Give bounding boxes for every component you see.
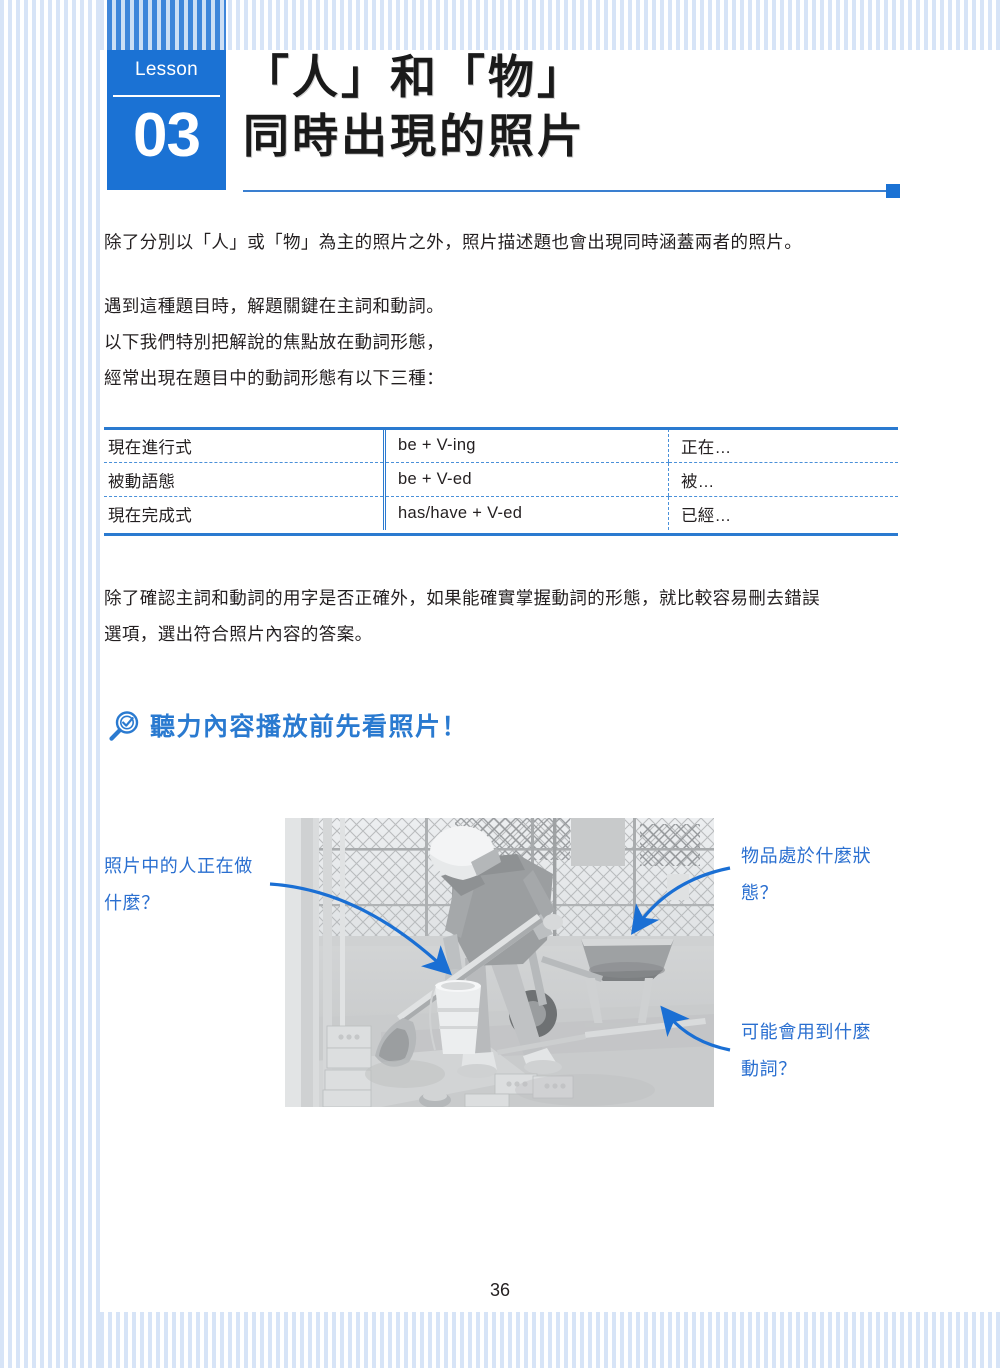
magnifier-check-icon	[104, 707, 144, 747]
lesson-number: 03	[133, 101, 201, 170]
lesson-label: Lesson	[134, 59, 199, 80]
grammar-form-cell: be + V-ing	[383, 429, 669, 463]
title-underline-rule	[243, 190, 886, 192]
lesson-badge-divider	[113, 95, 220, 97]
grammar-form-cell: has/have + V-ed	[383, 496, 669, 530]
callout-heading: 聽力內容播放前先看照片！	[104, 707, 468, 747]
lesson-photo-image	[285, 818, 714, 1107]
intro-paragraph: 除了分別以「人」或「物」為主的照片之外，照片描述題也會出現同時涵蓋兩者的照片。	[104, 224, 904, 260]
grammar-table-top-rule	[104, 427, 898, 430]
annotation-left-line-2: 什麼？	[104, 893, 160, 913]
annotation-bottom-right-line-1: 可能會用到什麼	[741, 1022, 872, 1042]
intro-paragraph-line-1: 除了分別以「人」或「物」為主的照片之外，照片描述題也會出現同時涵蓋兩者的照片。	[104, 232, 803, 252]
annotation-bottom-right: 可能會用到什麼 動詞？	[741, 1014, 941, 1088]
callout-heading-text: 聽力內容播放前先看照片！	[150, 713, 469, 741]
left-stripe-decoration	[0, 0, 100, 1368]
grammar-meaning-cell: 正在…	[668, 429, 898, 463]
annotation-top-right-line-2: 態？	[741, 883, 779, 903]
table-row: 被動語態 be + V-ed 被…	[104, 462, 898, 497]
grammar-name-cell: 現在進行式	[104, 429, 385, 463]
grammar-meaning-cell: 已經…	[668, 496, 898, 530]
method-paragraph-line-2: 以下我們特別把解說的焦點放在動詞形態，	[104, 332, 445, 352]
method-paragraph-line-1: 遇到這種題目時，解題關鍵在主詞和動詞。	[104, 296, 445, 316]
annotation-left-line-1: 照片中的人正在做	[104, 856, 253, 876]
page-number: 36	[489, 1280, 511, 1300]
title-rule-end-square	[886, 184, 900, 198]
annotation-bottom-right-line-2: 動詞？	[741, 1059, 797, 1079]
top-stripe-decoration	[100, 0, 1000, 50]
annotation-top-right: 物品處於什麼狀 態？	[741, 838, 941, 912]
table-row: 現在進行式 be + V-ing 正在…	[104, 429, 898, 463]
bottom-stripe-decoration	[100, 1312, 1000, 1368]
method-paragraph: 遇到這種題目時，解題關鍵在主詞和動詞。 以下我們特別把解說的焦點放在動詞形態， …	[104, 288, 904, 396]
annotation-arrows	[269, 866, 731, 1052]
grammar-table-bottom-rule	[104, 533, 898, 536]
grammar-meaning-cell: 被…	[668, 462, 898, 497]
annotation-top-right-line-1: 物品處於什麼狀	[741, 846, 872, 866]
page-title-line-2: 同時出現的照片	[243, 110, 586, 162]
grammar-name-cell: 被動語態	[104, 462, 385, 497]
lesson-badge-stripe-cap	[107, 0, 226, 50]
page-title-line-1: 「人」和「物」	[243, 51, 586, 103]
grammar-name-cell: 現在完成式	[108, 506, 192, 525]
lesson-photo	[285, 818, 714, 1107]
page-title: 「人」和「物」 同時出現的照片	[243, 48, 586, 166]
grammar-form-cell: be + V-ed	[383, 462, 669, 497]
summary-paragraph-line-2: 選項，選出符合照片內容的答案。	[104, 624, 373, 644]
annotation-left: 照片中的人正在做 什麼？	[104, 848, 304, 922]
summary-paragraph: 除了確認主詞和動詞的用字是否正確外，如果能確實掌握動詞的形態，就比較容易刪去錯誤…	[104, 580, 899, 652]
method-paragraph-line-3: 經常出現在題目中的動詞形態有以下三種：	[104, 368, 445, 388]
grammar-table: 現在進行式 be + V-ing 正在… 被動語態 be + V-ed 被… 現…	[104, 429, 898, 530]
summary-paragraph-line-1: 除了確認主詞和動詞的用字是否正確外，如果能確實掌握動詞的形態，就比較容易刪去錯誤	[104, 588, 820, 608]
table-row: 現在完成式 has/have + V-ed 已經…	[104, 496, 898, 530]
lesson-badge: Lesson 03	[107, 0, 226, 190]
